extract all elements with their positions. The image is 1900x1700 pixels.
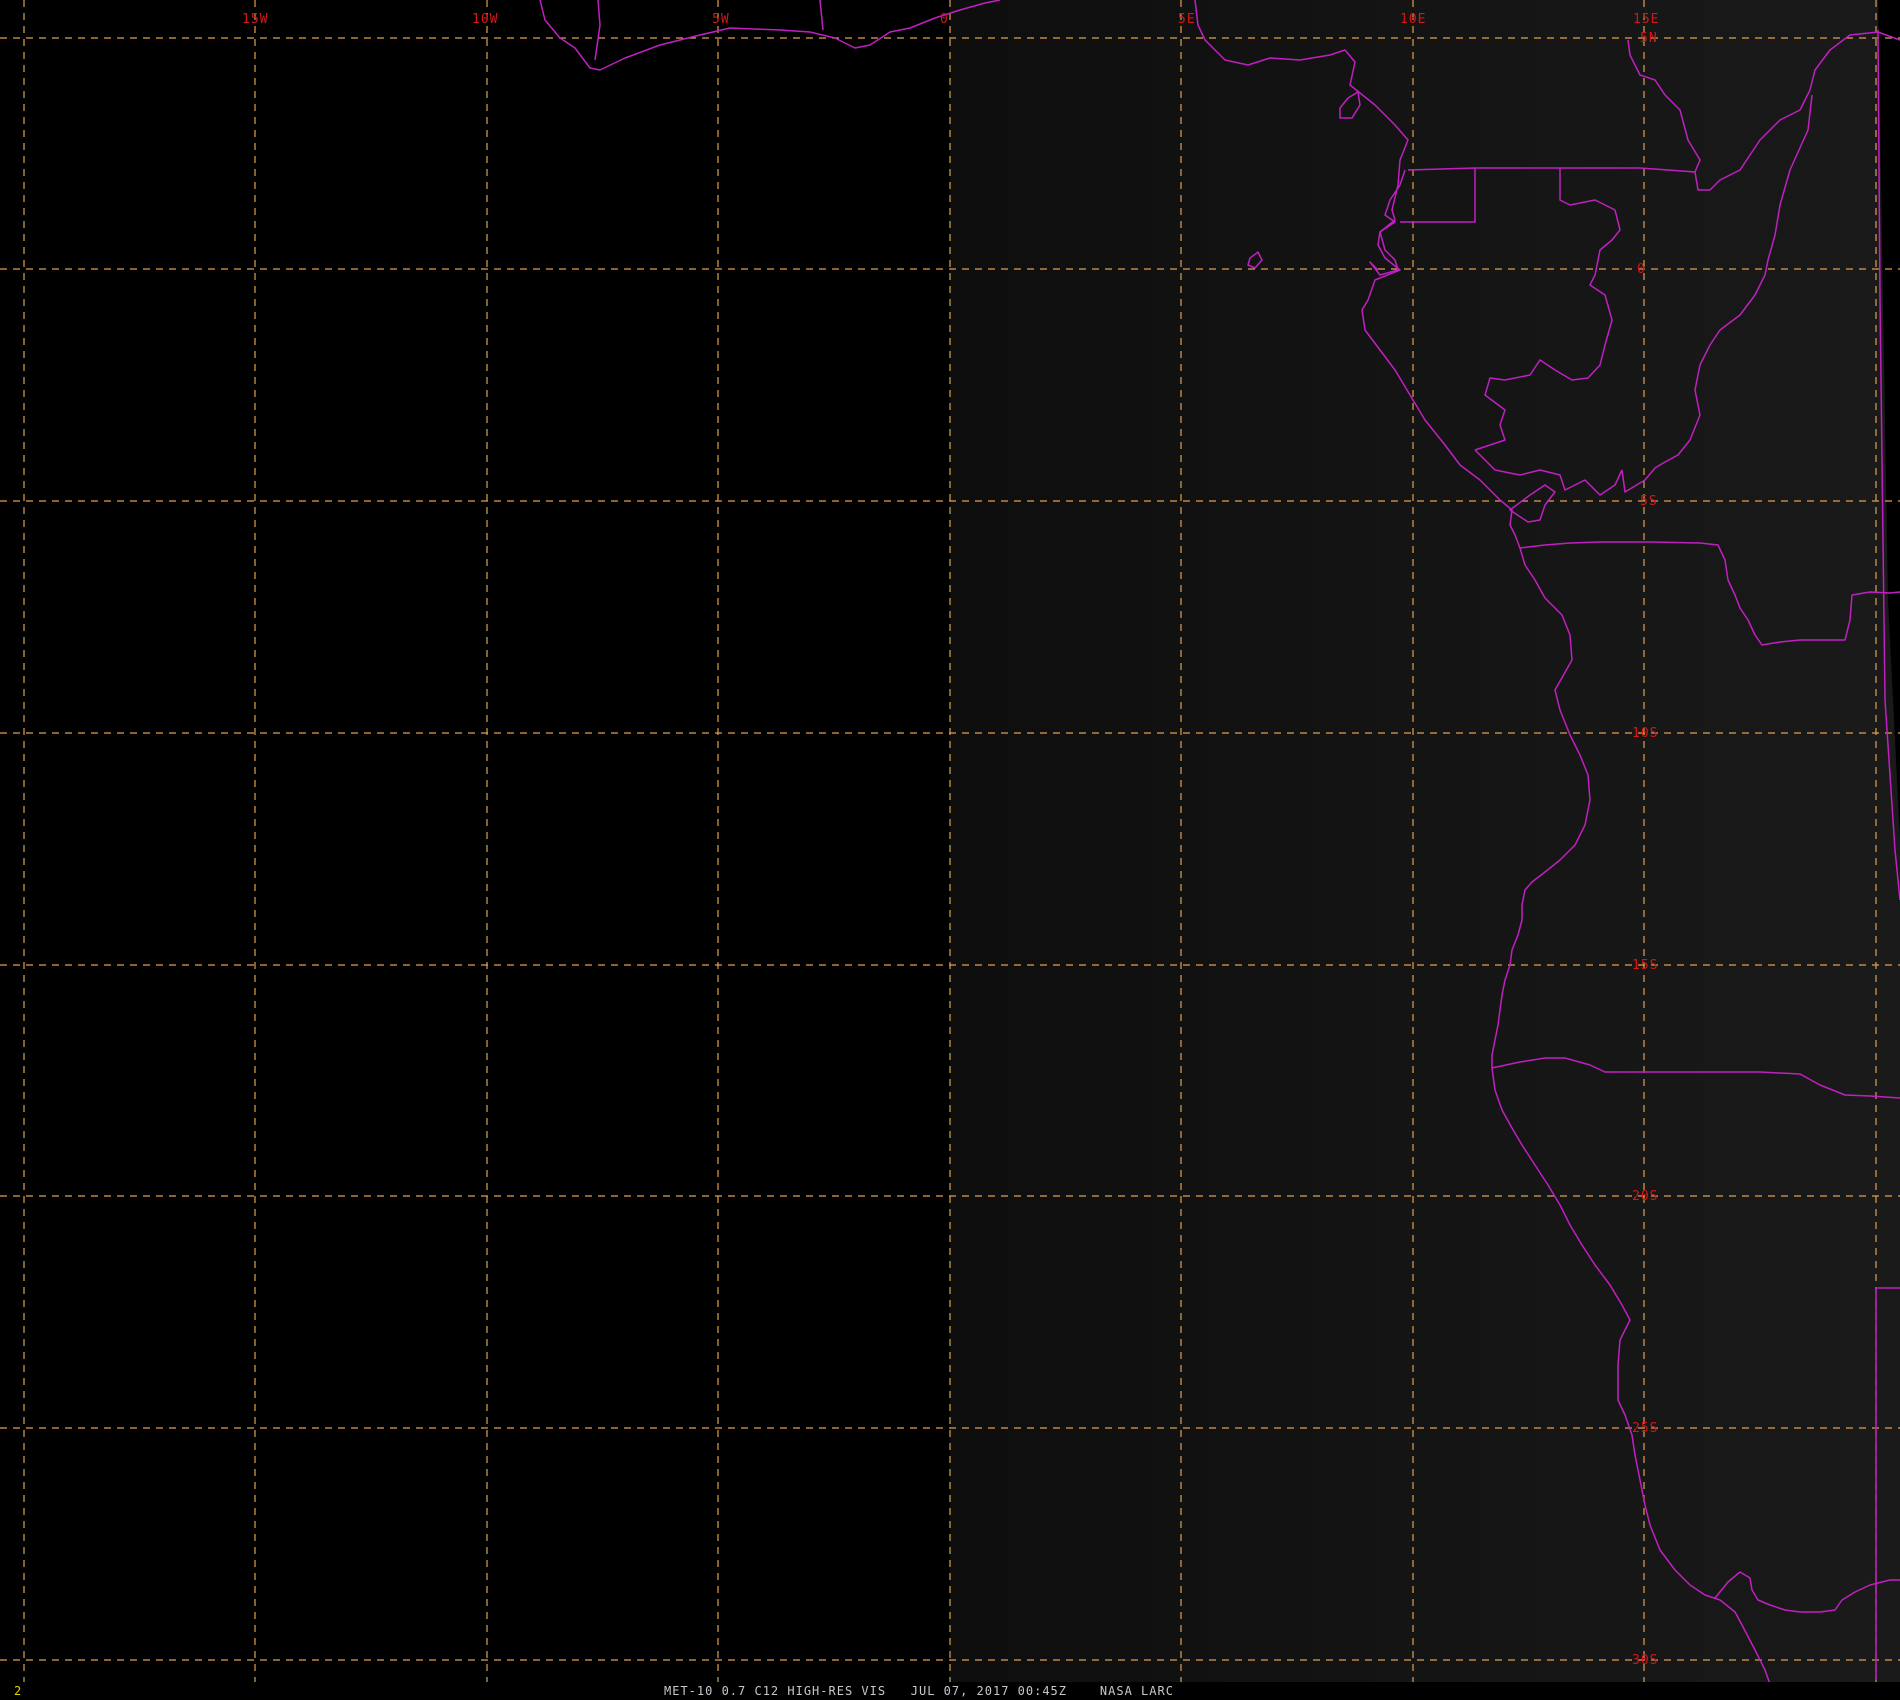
- lon-label-0: 0: [940, 12, 949, 27]
- lat-label-25s: 25S: [1632, 1421, 1658, 1436]
- lon-label-5w: 5W: [712, 12, 730, 27]
- illuminated-earth: [950, 0, 1900, 1682]
- lon-label-10e: 10E: [1400, 12, 1426, 27]
- lon-label-15w: 15W: [242, 12, 268, 27]
- lon-label-15e: 15E: [1633, 12, 1659, 27]
- night-side: [0, 0, 950, 1682]
- satellite-map: 15W 10W 5W 0 5E 10E 15E 5N 0 5S 10S 15S …: [0, 0, 1900, 1691]
- lon-label-10w: 10W: [472, 12, 498, 27]
- lat-label-0: 0: [1637, 262, 1646, 277]
- lat-label-5s: 5S: [1640, 494, 1658, 509]
- lat-label-10s: 10S: [1632, 726, 1658, 741]
- lat-label-30s: 30S: [1632, 1653, 1658, 1668]
- lon-label-5e: 5E: [1178, 12, 1196, 27]
- image-caption: MET-10 0.7 C12 HIGH-RES VIS JUL 07, 2017…: [664, 1684, 1174, 1698]
- lat-label-5n: 5N: [1640, 31, 1658, 46]
- frame-number: 2: [14, 1684, 22, 1698]
- lat-label-20s: 20S: [1632, 1189, 1658, 1204]
- lat-label-15s: 15S: [1632, 958, 1658, 973]
